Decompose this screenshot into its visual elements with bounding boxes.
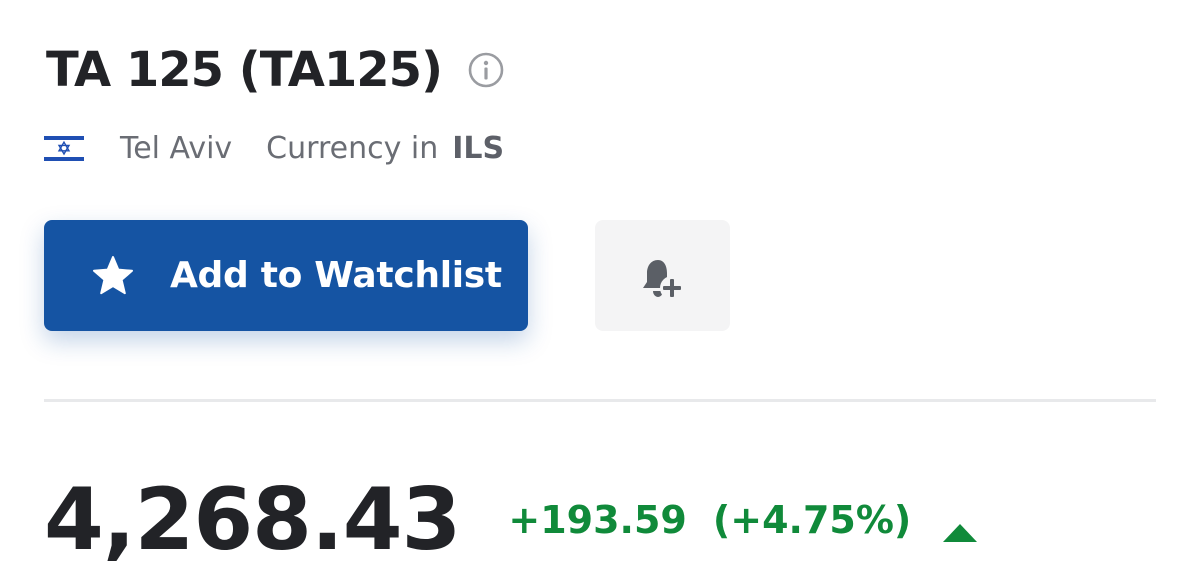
instrument-header: TA 125 (TA125) xyxy=(46,40,504,100)
bell-plus-icon xyxy=(638,254,688,304)
israel-flag-icon xyxy=(44,132,84,164)
instrument-meta: Tel Aviv Currency in ILS xyxy=(44,126,504,170)
section-divider xyxy=(44,399,1156,402)
price-change: +193.59 (+4.75%) xyxy=(508,498,979,542)
add-to-watchlist-button[interactable]: Add to Watchlist xyxy=(44,220,528,331)
exchange-name: Tel Aviv xyxy=(120,130,233,166)
quote-row: 4,268.43 +193.59 (+4.75%) xyxy=(44,470,979,570)
triangle-up-icon xyxy=(941,509,979,542)
star-icon xyxy=(92,255,134,297)
instrument-title: TA 125 (TA125) xyxy=(46,42,443,98)
info-circle-icon[interactable] xyxy=(468,52,504,88)
add-to-watchlist-label: Add to Watchlist xyxy=(170,255,502,296)
create-alert-button[interactable] xyxy=(595,220,730,331)
currency-label: Currency in xyxy=(266,130,439,166)
change-percent: (+4.75%) xyxy=(712,498,912,542)
change-value: +193.59 xyxy=(508,498,687,542)
currency-code: ILS xyxy=(452,130,505,166)
last-price: 4,268.43 xyxy=(44,470,461,570)
